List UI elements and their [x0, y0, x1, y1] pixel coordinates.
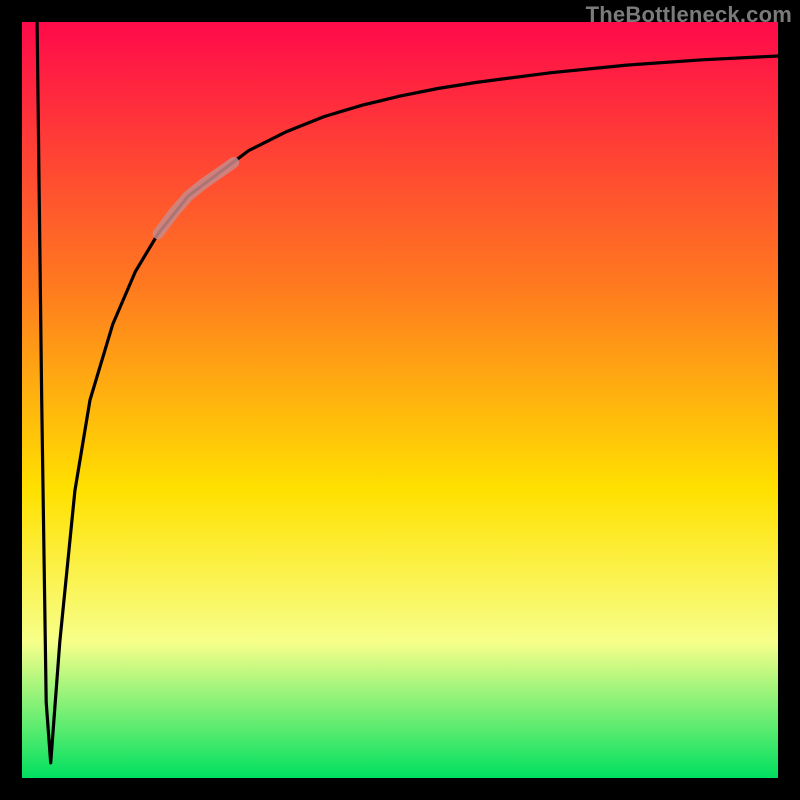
gradient-background: [22, 22, 778, 778]
chart-frame: TheBottleneck.com: [0, 0, 800, 800]
watermark-text: TheBottleneck.com: [586, 2, 792, 28]
chart-svg: [22, 22, 778, 778]
plot-area: [22, 22, 778, 778]
